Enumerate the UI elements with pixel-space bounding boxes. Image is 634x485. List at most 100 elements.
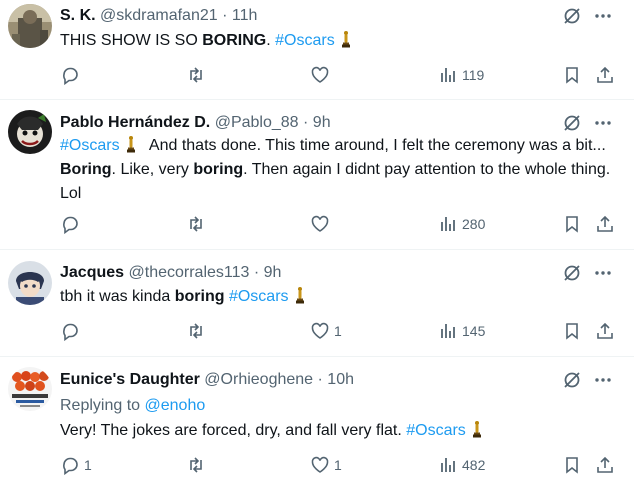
timestamp[interactable]: 11h [232, 7, 258, 24]
tweet-text: #Oscars And thats done. This time around… [60, 134, 618, 206]
avatar[interactable] [8, 367, 52, 411]
retweet-button[interactable] [186, 453, 210, 477]
tweet-header: Pablo Hernández D. @Pablo_88 · 9h [60, 112, 331, 134]
grok-icon[interactable] [562, 113, 582, 133]
views-icon [441, 68, 455, 82]
bookmark-button[interactable] [562, 63, 582, 87]
action-bar: 1 1 482 [60, 453, 620, 477]
like-button[interactable]: 1 [310, 453, 342, 477]
user-handle[interactable]: @thecorrales113 [129, 264, 250, 281]
more-icon[interactable] [594, 7, 612, 25]
avatar[interactable] [8, 4, 52, 48]
user-handle[interactable]: @Pablo_88 [215, 114, 299, 131]
grok-icon[interactable] [562, 370, 582, 390]
text-segment: tbh it was kinda [60, 288, 175, 305]
avatar[interactable] [8, 110, 52, 154]
share-icon [597, 456, 613, 473]
bookmark-button[interactable] [562, 453, 582, 477]
views-icon [441, 458, 455, 472]
display-name[interactable]: Eunice's Daughter [60, 371, 200, 388]
tweet-header: Jacques @thecorrales113 · 9h [60, 262, 281, 284]
hashtag-link[interactable]: #Oscars [60, 137, 120, 154]
reply-icon [63, 67, 78, 85]
text-segment: . Like, very [111, 161, 194, 178]
share-icon [597, 322, 613, 339]
user-handle[interactable]: @Orhieoghene [204, 371, 313, 388]
tweet[interactable]: Jacques @thecorrales113 · 9h tbh it was … [0, 250, 634, 357]
oscar-trophy-emoji [341, 30, 351, 48]
reply-button[interactable]: 1 [60, 453, 92, 477]
share-button[interactable] [595, 453, 615, 477]
tweet-text: THIS SHOW IS SO BORING. #Oscars [60, 29, 618, 53]
display-name[interactable]: Pablo Hernández D. [60, 114, 210, 131]
share-button[interactable] [595, 63, 615, 87]
text-segment: And thats done. This time around, I felt… [148, 137, 606, 154]
grok-icon[interactable] [562, 6, 582, 26]
bookmark-button[interactable] [562, 319, 582, 343]
retweet-icon [190, 67, 202, 83]
bookmark-icon [566, 323, 578, 340]
action-bar: 119 [60, 63, 620, 87]
oscar-trophy-emoji [295, 286, 305, 304]
timestamp[interactable]: 10h [327, 371, 354, 388]
timestamp[interactable]: 9h [313, 114, 331, 131]
hashtag-link[interactable]: #Oscars [275, 32, 335, 49]
view-count: 145 [462, 323, 486, 339]
text-bold: boring [174, 288, 225, 305]
grok-icon[interactable] [562, 263, 582, 283]
tweet[interactable]: S. K. @skdramafan21 · 11h THIS SHOW IS S… [0, 0, 634, 100]
reply-button[interactable] [60, 319, 84, 343]
top-right-controls [562, 5, 612, 27]
display-name[interactable]: S. K. [60, 7, 96, 24]
text-bold: BORING [202, 32, 267, 49]
retweet-button[interactable] [186, 212, 210, 236]
more-icon[interactable] [594, 371, 612, 389]
timestamp[interactable]: 9h [264, 264, 282, 281]
tweet[interactable]: Eunice's Daughter @Orhieoghene · 10h Rep… [0, 357, 634, 485]
text-bold: Boring [60, 161, 112, 178]
views-button[interactable]: 145 [438, 319, 485, 343]
user-handle[interactable]: @skdramafan21 [100, 7, 218, 24]
like-count: 1 [334, 457, 342, 473]
separator-dot: · [222, 7, 228, 24]
more-icon[interactable] [594, 114, 612, 132]
tweet-header: S. K. @skdramafan21 · 11h [60, 5, 257, 27]
more-icon[interactable] [594, 264, 612, 282]
like-count: 1 [334, 323, 342, 339]
reply-count: 1 [84, 457, 92, 473]
views-button[interactable]: 280 [438, 212, 485, 236]
view-count: 482 [462, 457, 486, 473]
display-name[interactable]: Jacques [60, 264, 124, 281]
tweet-text: tbh it was kinda boring #Oscars [60, 285, 618, 309]
share-button[interactable] [595, 212, 615, 236]
hashtag-link[interactable]: #Oscars [406, 422, 466, 439]
avatar[interactable] [8, 261, 52, 305]
bookmark-button[interactable] [562, 212, 582, 236]
share-button[interactable] [595, 319, 615, 343]
share-icon [597, 215, 613, 232]
views-button[interactable]: 482 [438, 453, 485, 477]
like-icon [311, 322, 329, 339]
tweet[interactable]: Pablo Hernández D. @Pablo_88 · 9h #Oscar… [0, 100, 634, 250]
retweet-button[interactable] [186, 63, 210, 87]
reply-button[interactable] [60, 63, 84, 87]
text-bold: boring [193, 161, 244, 178]
views-button[interactable]: 119 [438, 63, 484, 87]
retweet-icon [190, 323, 202, 339]
like-icon [311, 66, 329, 83]
oscar-trophy-emoji [472, 420, 482, 438]
retweet-button[interactable] [186, 319, 210, 343]
like-button[interactable] [310, 63, 334, 87]
hashtag-link[interactable]: #Oscars [229, 288, 289, 305]
views-icon [441, 324, 455, 338]
like-icon [311, 215, 329, 232]
mention-link[interactable]: @enoho [145, 397, 206, 414]
reply-icon [63, 216, 78, 234]
like-button[interactable] [310, 212, 334, 236]
replying-label: Replying to [60, 397, 141, 414]
action-bar: 1 145 [60, 319, 620, 343]
view-count: 119 [462, 67, 485, 83]
reply-icon [63, 323, 78, 341]
like-button[interactable]: 1 [310, 319, 342, 343]
reply-button[interactable] [60, 212, 84, 236]
